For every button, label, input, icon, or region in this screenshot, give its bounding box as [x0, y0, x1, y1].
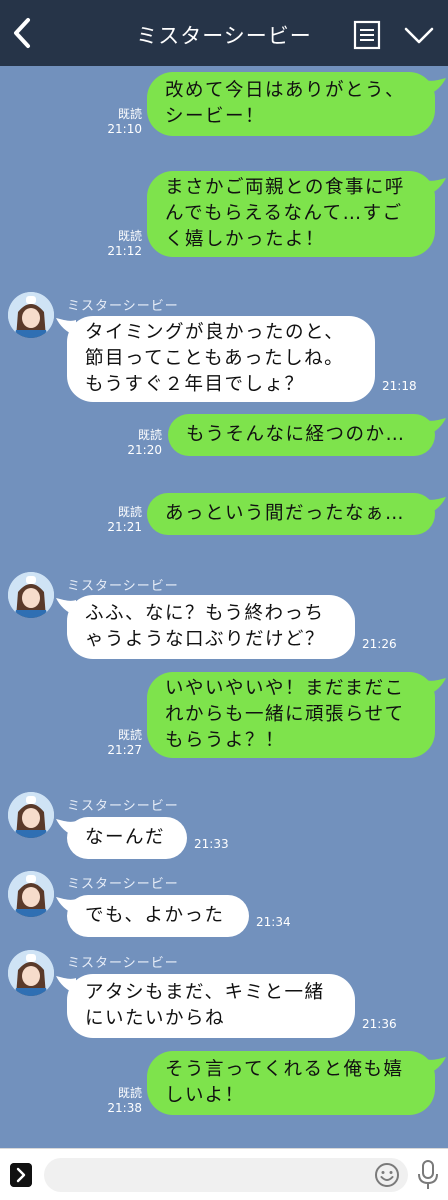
sender-name: ミスターシービー	[67, 299, 179, 314]
incoming-message[interactable]: アタシもまだ、キミと一緒 にいたいからね	[67, 974, 355, 1038]
read-receipt: 既読 21:38	[107, 1086, 142, 1115]
incoming-message[interactable]: なーんだ	[67, 817, 187, 859]
outgoing-message[interactable]: 改めて今日はありがとう、 シービー！	[147, 72, 435, 136]
avatar-image	[8, 292, 54, 338]
chevron-right-icon[interactable]	[10, 1163, 32, 1187]
outgoing-message[interactable]: あっという間だったなぁ…	[147, 493, 435, 535]
chevron-down-icon[interactable]	[403, 24, 435, 46]
sender-name: ミスターシービー	[67, 579, 179, 594]
message-input[interactable]	[44, 1158, 408, 1192]
avatar[interactable]	[8, 792, 54, 838]
sender-name: ミスターシービー	[67, 956, 179, 971]
message-time: 21:33	[194, 837, 229, 851]
microphone-icon[interactable]	[416, 1159, 440, 1191]
sender-name: ミスターシービー	[67, 799, 179, 814]
message-composer	[0, 1148, 448, 1200]
outgoing-message[interactable]: もうそんなに経つのか…	[168, 414, 435, 456]
read-receipt: 既読 21:12	[107, 229, 142, 258]
message-time: 21:36	[362, 1017, 397, 1031]
avatar-image	[8, 871, 54, 917]
chat-header: ミスターシービー	[0, 0, 448, 66]
list-icon[interactable]	[353, 20, 381, 50]
message-time: 21:18	[382, 379, 417, 393]
incoming-message[interactable]: ふふ、なに？もう終わっち ゃうような口ぶりだけど？	[67, 595, 355, 659]
outgoing-message[interactable]: そう言ってくれると俺も嬉 しいよ！	[147, 1051, 435, 1115]
outgoing-message[interactable]: いやいやいや！まだまだこ れからも一緒に頑張らせて もらうよ？！	[147, 672, 435, 758]
avatar[interactable]	[8, 572, 54, 618]
read-receipt: 既読 21:27	[107, 728, 142, 757]
avatar-image	[8, 950, 54, 996]
avatar[interactable]	[8, 292, 54, 338]
outgoing-message[interactable]: まさかご両親との食事に呼 んでもらえるなんて…すご く嬉しかったよ！	[147, 171, 435, 257]
avatar-image	[8, 572, 54, 618]
message-time: 21:34	[256, 915, 291, 929]
avatar[interactable]	[8, 871, 54, 917]
sender-name: ミスターシービー	[67, 877, 179, 892]
incoming-message[interactable]: タイミングが良かったのと、 節目ってこともあったしね。 もうすぐ２年目でしょ？	[67, 316, 375, 402]
message-time: 21:26	[362, 637, 397, 651]
avatar[interactable]	[8, 950, 54, 996]
read-receipt: 既読 21:20	[127, 428, 162, 457]
message-list[interactable]: 既読 21:10 改めて今日はありがとう、 シービー！ 既読 21:12 まさかご両…	[0, 66, 448, 1148]
avatar-image	[8, 792, 54, 838]
read-receipt: 既読 21:21	[107, 505, 142, 534]
smiley-icon[interactable]	[374, 1162, 400, 1188]
read-receipt: 既読 21:10	[107, 107, 142, 136]
incoming-message[interactable]: でも、よかった	[67, 895, 249, 937]
